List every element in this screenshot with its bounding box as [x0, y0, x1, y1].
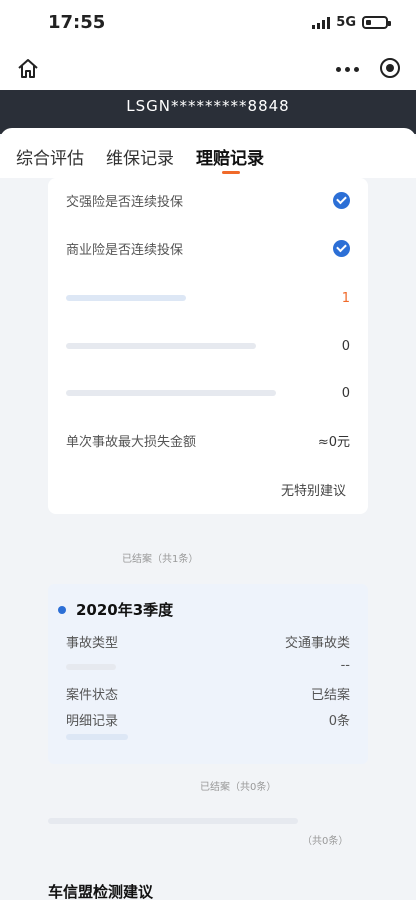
section-title: 车信盟检测建议	[48, 883, 154, 900]
record-label: 案件状态	[66, 688, 119, 703]
insurance-card: 交强险是否连续投保 商业险是否连续投保 1 0 0 单次事故最大损失金额 ≈0元…	[48, 178, 368, 514]
more-icon[interactable]	[336, 62, 360, 76]
record-period: 2020年3季度	[76, 601, 174, 619]
row-a-value: 0	[341, 338, 350, 354]
tab-maintenance[interactable]: 维保记录	[106, 144, 174, 169]
check-icon	[333, 239, 350, 257]
redacted-label	[66, 343, 256, 349]
tab-overview[interactable]: 综合评估	[16, 144, 84, 169]
redacted-label	[66, 295, 186, 301]
tab-bar: 综合评估 维保记录 理赔记录	[0, 128, 416, 178]
max-loss-row: 单次事故最大损失金额 ≈0元	[66, 430, 350, 450]
home-icon[interactable]	[16, 57, 40, 81]
signal-icon	[312, 16, 331, 29]
compulsory-label: 交强险是否连续投保	[66, 194, 184, 210]
redacted-line	[48, 818, 298, 824]
compulsory-insurance-row: 交强险是否连续投保	[66, 190, 350, 210]
vin-text: LSGN*********8848	[126, 97, 290, 115]
row-b-value: 0	[341, 385, 350, 401]
advice-text: 无特别建议	[280, 484, 346, 499]
max-loss-value: ≈0元	[317, 434, 350, 450]
check-icon	[333, 191, 350, 209]
claim-count-row: 1	[66, 288, 350, 308]
max-loss-label: 单次事故最大损失金额	[66, 434, 197, 450]
record-value: 交通事故类	[284, 636, 350, 651]
total-summary: （共0条）	[302, 836, 349, 847]
redacted-row-a: 0	[66, 336, 350, 356]
redacted-detail	[66, 734, 128, 740]
commercial-insurance-row: 商业险是否连续投保	[66, 238, 350, 258]
record-row: --	[66, 658, 350, 673]
record-value: 已结案	[310, 688, 350, 703]
tab-active-indicator	[222, 171, 240, 174]
record-label: 事故类型	[66, 636, 119, 651]
redacted-row-b: 0	[66, 383, 350, 403]
status-bar: 17:55 5G	[0, 0, 416, 48]
record-row: 明细记录 0条	[66, 710, 350, 729]
record-value: --	[340, 658, 350, 673]
claim-record-card: 2020年3季度 事故类型 交通事故类 -- 案件状态 已结案 明细记录 0条	[48, 584, 368, 764]
claims-content[interactable]: 交强险是否连续投保 商业险是否连续投保 1 0 0 单次事故最大损失金额 ≈0元…	[0, 178, 416, 900]
network-label: 5G	[336, 15, 356, 30]
battery-icon	[362, 16, 391, 29]
status-icons: 5G	[312, 15, 391, 30]
timeline-dot	[58, 606, 66, 614]
redacted-label	[66, 390, 276, 396]
record-row: 事故类型 交通事故类	[66, 632, 350, 651]
closed-summary: 已结案（共1条）	[122, 554, 199, 565]
status-time: 17:55	[48, 12, 106, 33]
record-row: 案件状态 已结案	[66, 684, 350, 703]
tab-claims[interactable]: 理赔记录	[196, 144, 264, 169]
claim-count-value: 1	[341, 290, 350, 306]
commercial-label: 商业险是否连续投保	[66, 242, 184, 258]
nav-bar	[0, 48, 416, 90]
record-value: 0条	[328, 714, 350, 729]
redacted-label	[66, 664, 116, 670]
record-label: 明细记录	[66, 714, 119, 729]
closed-summary: 已结案（共0条）	[200, 782, 277, 793]
close-miniprogram-icon[interactable]	[380, 58, 400, 78]
